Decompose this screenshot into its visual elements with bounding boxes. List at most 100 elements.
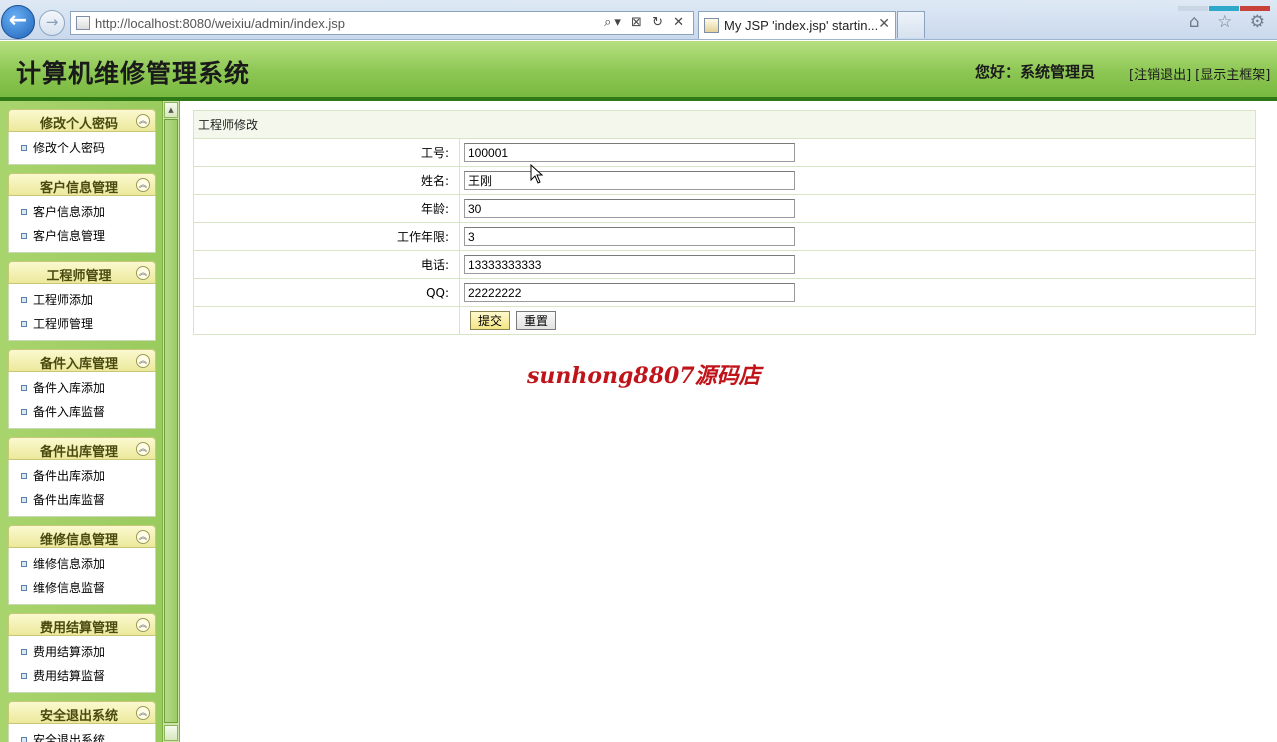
menu-head[interactable]: 备件入库管理 ︽ [8, 349, 156, 372]
menu-head[interactable]: 工程师管理 ︽ [8, 261, 156, 284]
sidebar-item-engineer-add[interactable]: 工程师添加 [9, 288, 155, 312]
menu-body: 工程师添加 工程师管理 [8, 284, 156, 341]
main-content: 工程师修改 工号: 姓名: 年龄: 工作年限: 电话: QQ: [181, 101, 1277, 742]
logout-link[interactable]: [注销退出] [1129, 68, 1191, 83]
menu-head[interactable]: 费用结算管理 ︽ [8, 613, 156, 636]
sidebar-item-label: 工程师管理 [33, 317, 94, 331]
menu-body: 费用结算添加 费用结算监督 [8, 636, 156, 693]
tab-close-icon[interactable]: ✕ [878, 16, 890, 32]
sidebar-item-label: 修改个人密码 [33, 141, 106, 155]
collapse-icon[interactable]: ︽ [136, 530, 150, 544]
phone-input[interactable] [464, 255, 795, 274]
age-input[interactable] [464, 199, 795, 218]
tab-favicon-icon [704, 18, 719, 33]
sidebar-item-label: 客户信息添加 [33, 205, 106, 219]
menu-group-logout: 安全退出系统 ︽ 安全退出系统 [8, 701, 156, 742]
sidebar-item-label: 安全退出系统 [33, 733, 106, 742]
menu-group-password: 修改个人密码 ︽ 修改个人密码 [8, 109, 156, 165]
sidebar-item-label: 备件入库添加 [33, 381, 106, 395]
sidebar: 修改个人密码 ︽ 修改个人密码 客户信息管理 ︽ 客户信息添加 客户信息管理 工… [0, 101, 162, 742]
field-label-years: 工作年限: [193, 222, 460, 251]
sidebar-item-parts-out-monitor[interactable]: 备件出库监督 [9, 488, 155, 512]
address-actions-icons[interactable]: ⌕▾ ⊠ ↻ ✕ [604, 15, 687, 30]
tab-title[interactable]: My JSP 'index.jsp' startin... [724, 18, 878, 33]
sidebar-item-parts-in-add[interactable]: 备件入库添加 [9, 376, 155, 400]
collapse-icon[interactable]: ︽ [136, 114, 150, 128]
sidebar-item-label: 维修信息添加 [33, 557, 106, 571]
field-label-name: 姓名: [193, 166, 460, 195]
header-links: [注销退出] [显示主框架] [1129, 64, 1274, 83]
collapse-icon[interactable]: ︽ [136, 706, 150, 720]
address-bar[interactable]: http://localhost:8080/weixiu/admin/index… [70, 11, 694, 35]
menu-title: 客户信息管理 [39, 181, 118, 196]
bullet-icon [21, 649, 27, 655]
sidebar-scrollbar[interactable]: ▲ [162, 101, 180, 742]
collapse-icon[interactable]: ︽ [136, 442, 150, 456]
engineer-edit-form: 工程师修改 工号: 姓名: 年龄: 工作年限: 电话: QQ: [193, 110, 1256, 335]
browser-tab[interactable]: My JSP 'index.jsp' startin... ✕ [698, 11, 896, 39]
work-years-input[interactable] [464, 227, 795, 246]
name-input[interactable] [464, 171, 795, 190]
menu-title: 备件入库管理 [39, 357, 118, 372]
submit-button[interactable]: 提交 [470, 311, 511, 330]
empty-label-cell [193, 306, 460, 335]
field-label-age: 年龄: [193, 194, 460, 223]
maximize-button[interactable] [1209, 6, 1239, 11]
menu-title: 修改个人密码 [39, 117, 118, 132]
window-controls[interactable] [1177, 0, 1277, 11]
bullet-icon [21, 385, 27, 391]
menu-body: 备件入库添加 备件入库监督 [8, 372, 156, 429]
bullet-icon [21, 145, 27, 151]
menu-title: 备件出库管理 [39, 445, 118, 460]
field-label-qq: QQ: [193, 278, 460, 307]
collapse-icon[interactable]: ︽ [136, 178, 150, 192]
sidebar-item-repair-monitor[interactable]: 维修信息监督 [9, 576, 155, 600]
menu-group-billing: 费用结算管理 ︽ 费用结算添加 费用结算监督 [8, 613, 156, 693]
menu-group-parts-out: 备件出库管理 ︽ 备件出库添加 备件出库监督 [8, 437, 156, 517]
scroll-down-icon[interactable] [164, 725, 178, 741]
sidebar-item-safe-logout[interactable]: 安全退出系统 [9, 728, 155, 742]
menu-head[interactable]: 维修信息管理 ︽ [8, 525, 156, 548]
field-label-phone: 电话: [193, 250, 460, 279]
minimize-button[interactable] [1178, 6, 1208, 11]
employee-id-input[interactable] [464, 143, 795, 162]
field-label-id: 工号: [193, 138, 460, 167]
sidebar-item-parts-in-monitor[interactable]: 备件入库监督 [9, 400, 155, 424]
menu-title: 工程师管理 [46, 269, 112, 284]
show-main-frame-link[interactable]: [显示主框架] [1195, 68, 1270, 83]
address-url[interactable]: http://localhost:8080/weixiu/admin/index… [95, 16, 345, 31]
sidebar-item-customer-add[interactable]: 客户信息添加 [9, 200, 155, 224]
sidebar-item-engineer-manage[interactable]: 工程师管理 [9, 312, 155, 336]
new-tab-button[interactable] [897, 11, 925, 38]
scroll-thumb[interactable] [164, 119, 178, 723]
sidebar-item-billing-add[interactable]: 费用结算添加 [9, 640, 155, 664]
menu-head[interactable]: 备件出库管理 ︽ [8, 437, 156, 460]
browser-toolbar: ← → http://localhost:8080/weixiu/admin/i… [0, 0, 1277, 40]
sidebar-item-change-password[interactable]: 修改个人密码 [9, 136, 155, 160]
sidebar-item-repair-add[interactable]: 维修信息添加 [9, 552, 155, 576]
menu-head[interactable]: 安全退出系统 ︽ [8, 701, 156, 724]
sidebar-item-parts-out-add[interactable]: 备件出库添加 [9, 464, 155, 488]
back-arrow-icon[interactable]: ← [1, 5, 35, 39]
menu-group-parts-in: 备件入库管理 ︽ 备件入库添加 备件入库监督 [8, 349, 156, 429]
collapse-icon[interactable]: ︽ [136, 618, 150, 632]
bullet-icon [21, 209, 27, 215]
qq-input[interactable] [464, 283, 795, 302]
forward-arrow-icon[interactable]: → [39, 10, 65, 36]
menu-body: 修改个人密码 [8, 132, 156, 165]
menu-head[interactable]: 修改个人密码 ︽ [8, 109, 156, 132]
sidebar-item-billing-monitor[interactable]: 费用结算监督 [9, 664, 155, 688]
menu-group-repair: 维修信息管理 ︽ 维修信息添加 维修信息监督 [8, 525, 156, 605]
menu-head[interactable]: 客户信息管理 ︽ [8, 173, 156, 196]
sidebar-item-customer-manage[interactable]: 客户信息管理 [9, 224, 155, 248]
reset-button[interactable]: 重置 [516, 311, 557, 330]
collapse-icon[interactable]: ︽ [136, 354, 150, 368]
user-greeting: 您好：系统管理员 [975, 63, 1096, 81]
close-window-button[interactable] [1240, 6, 1270, 11]
sidebar-item-label: 费用结算添加 [33, 645, 106, 659]
home-favorites-settings-icons[interactable]: ⌂ ☆ ⚙ [1189, 12, 1271, 32]
menu-title: 费用结算管理 [39, 621, 118, 636]
collapse-icon[interactable]: ︽ [136, 266, 150, 280]
bullet-icon [21, 585, 27, 591]
scroll-up-icon[interactable]: ▲ [164, 102, 178, 118]
